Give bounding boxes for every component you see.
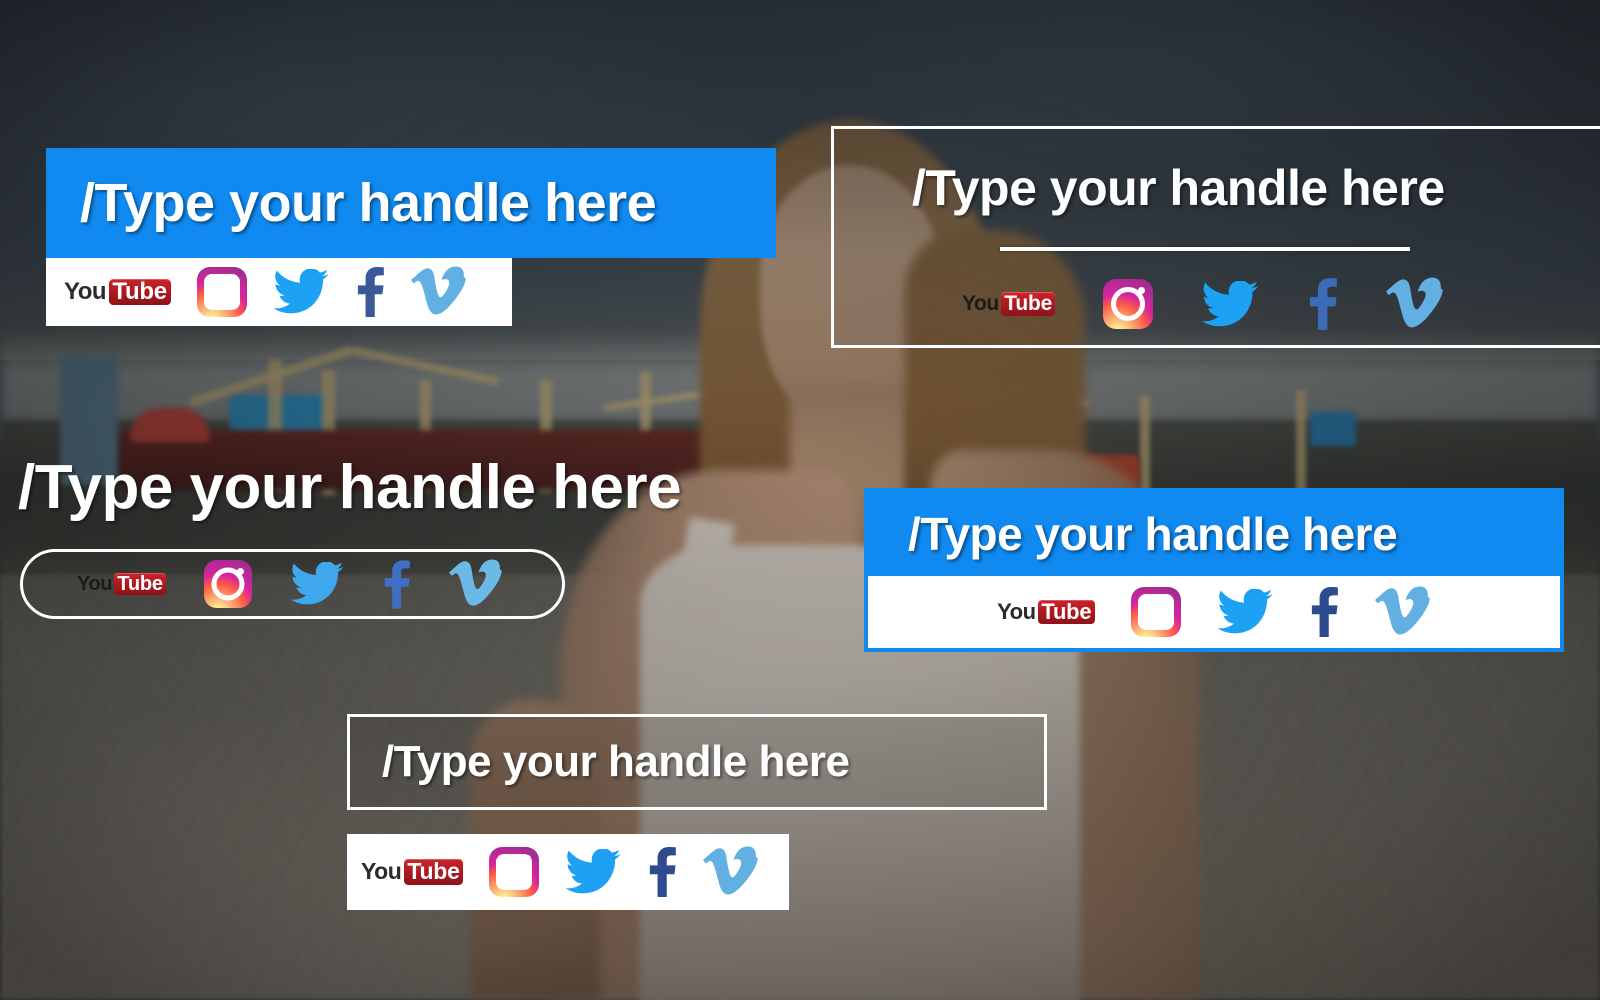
- lower-third-outline-top-right[interactable]: /Type your handle here You Tube: [831, 126, 1600, 348]
- twitter-icon[interactable]: [273, 269, 329, 315]
- instagram-icon[interactable]: [196, 267, 247, 317]
- lower-third-bare-middle-left[interactable]: /Type your handle here You Tube: [18, 452, 682, 619]
- youtube-tube-text: Tube: [1000, 292, 1056, 316]
- facebook-icon[interactable]: [1309, 587, 1339, 637]
- headline-box[interactable]: /Type your handle here: [347, 714, 1047, 810]
- handle-headline[interactable]: /Type your handle here: [382, 737, 850, 787]
- youtube-icon[interactable]: You Tube: [962, 292, 1056, 316]
- twitter-icon[interactable]: [290, 562, 344, 606]
- facebook-icon[interactable]: [1307, 278, 1338, 330]
- youtube-icon[interactable]: You Tube: [77, 572, 166, 596]
- social-icon-pill[interactable]: You Tube: [20, 549, 565, 619]
- youtube-you-text: You: [997, 599, 1036, 624]
- youtube-icon[interactable]: You Tube: [64, 278, 171, 306]
- handle-headline[interactable]: /Type your handle here: [908, 507, 1398, 561]
- social-icon-strip[interactable]: You Tube: [347, 834, 789, 910]
- instagram-icon[interactable]: [1103, 279, 1154, 329]
- handle-headline[interactable]: /Type your handle here: [80, 172, 657, 234]
- social-icon-strip[interactable]: You Tube: [868, 576, 1560, 648]
- headline-bar[interactable]: /Type your handle here: [868, 492, 1560, 576]
- facebook-icon[interactable]: [382, 559, 411, 609]
- instagram-icon[interactable]: [203, 560, 252, 608]
- lower-third-blue-middle-right[interactable]: /Type your handle here You Tube: [864, 488, 1564, 652]
- youtube-you-text: You: [64, 278, 107, 305]
- social-icon-strip[interactable]: You Tube: [962, 277, 1444, 331]
- youtube-you-text: You: [77, 573, 113, 595]
- youtube-tube-text: Tube: [1037, 599, 1095, 625]
- vimeo-icon[interactable]: [703, 846, 759, 898]
- youtube-tube-text: Tube: [114, 572, 166, 596]
- instagram-icon[interactable]: [489, 847, 540, 897]
- handle-headline[interactable]: /Type your handle here: [18, 452, 682, 523]
- divider-rule: [1000, 247, 1410, 251]
- vimeo-icon[interactable]: [1374, 586, 1431, 638]
- headline-bar[interactable]: /Type your handle here: [46, 148, 776, 258]
- vimeo-icon[interactable]: [449, 559, 503, 609]
- vimeo-icon[interactable]: [1386, 277, 1444, 331]
- vimeo-icon[interactable]: [410, 266, 467, 318]
- youtube-icon[interactable]: You Tube: [361, 858, 464, 885]
- instagram-icon[interactable]: [1130, 587, 1181, 637]
- lower-third-solid-blue-top-left[interactable]: /Type your handle here You Tube: [46, 148, 776, 326]
- social-icon-strip[interactable]: You Tube: [46, 258, 512, 326]
- youtube-icon[interactable]: You Tube: [997, 599, 1095, 625]
- facebook-icon[interactable]: [355, 267, 385, 317]
- youtube-you-text: You: [361, 858, 402, 885]
- video-preview-canvas: /Type your handle here You Tube /Type yo…: [0, 0, 1600, 1000]
- handle-headline[interactable]: /Type your handle here: [912, 159, 1445, 217]
- facebook-icon[interactable]: [647, 847, 677, 897]
- twitter-icon[interactable]: [1201, 280, 1259, 328]
- youtube-you-text: You: [962, 292, 999, 316]
- youtube-tube-text: Tube: [403, 859, 464, 885]
- twitter-icon[interactable]: [1217, 589, 1273, 635]
- lower-third-outline-bottom-center[interactable]: /Type your handle here You Tube: [347, 714, 1047, 910]
- twitter-icon[interactable]: [565, 849, 621, 895]
- youtube-tube-text: Tube: [108, 278, 171, 306]
